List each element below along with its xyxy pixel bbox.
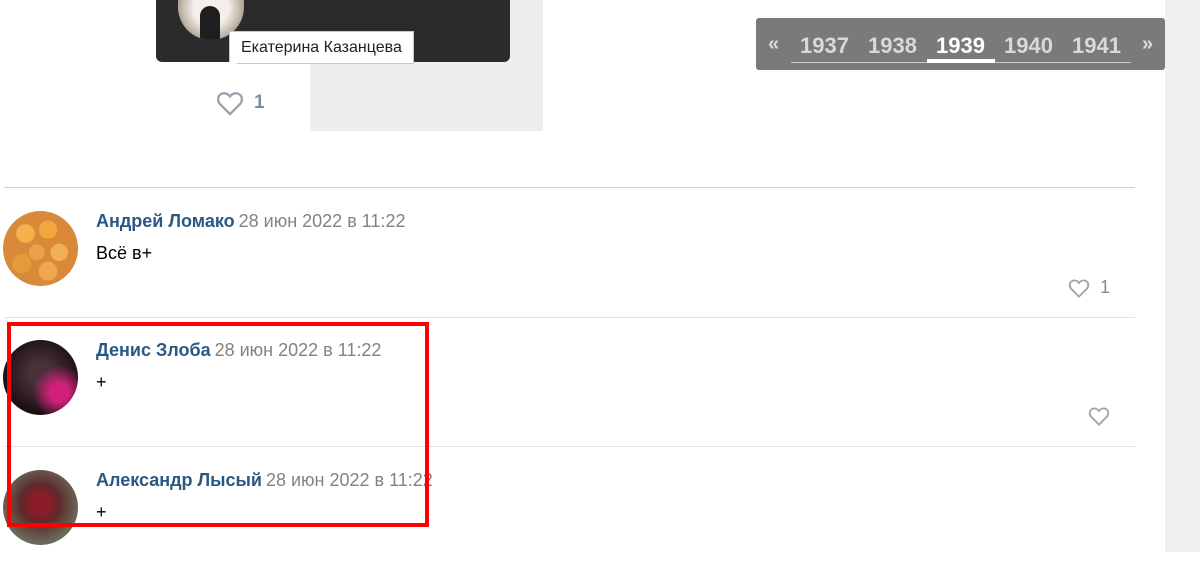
year-pager: « 1937 1938 1939 1940 1941 » [756,18,1165,70]
heart-icon [1088,407,1110,426]
pager-page-1941[interactable]: 1941 [1062,25,1131,63]
photo-like-button[interactable]: 1 [216,90,265,116]
pager-page-1937[interactable]: 1937 [790,25,859,63]
pager-page-1938[interactable]: 1938 [858,25,927,63]
comment-like-button[interactable]: 1 [1068,277,1110,298]
comment-item: Андрей Ломако 28 июн 2022 в 11:22 Всё в+ … [0,189,1140,318]
photo-like-count: 1 [254,92,265,113]
scrollbar-track[interactable] [1165,0,1200,552]
tooltip-arrow [226,62,238,69]
pager-next-button[interactable]: » [1131,33,1165,56]
pager-page-1939-active[interactable]: 1939 [926,25,995,63]
comment-like-count: 1 [1099,277,1110,297]
pager-page-1940[interactable]: 1940 [994,25,1063,63]
pager-prev-button[interactable]: « [757,33,791,56]
comment-text: Всё в+ [96,243,153,263]
name-tooltip: Екатерина Казанцева [229,31,414,64]
comment-date[interactable]: 28 июн 2022 в 11:22 [239,211,406,231]
heart-icon [216,92,244,116]
comment-like-button[interactable] [1088,406,1110,426]
heart-icon [1068,279,1090,298]
author-link[interactable]: Андрей Ломако [96,211,235,231]
comment-header: Андрей Ломако 28 июн 2022 в 11:22 [96,211,405,232]
divider [4,187,1135,188]
highlight-annotation [7,322,429,527]
avatar[interactable] [3,211,78,286]
